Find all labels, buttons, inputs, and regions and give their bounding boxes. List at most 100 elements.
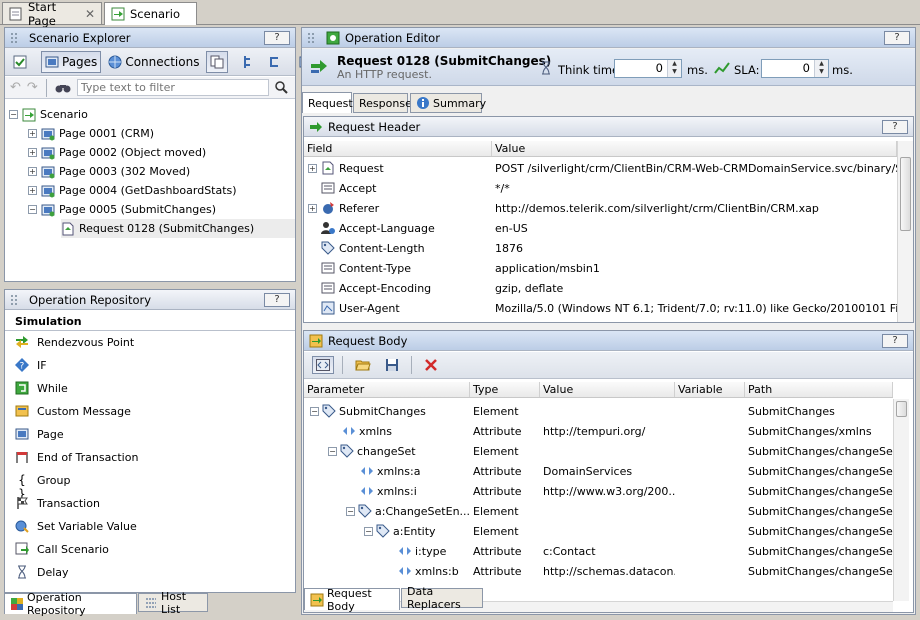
operation-editor-icon: [326, 31, 340, 45]
repo-item-call-scenario[interactable]: Call Scenario: [15, 539, 109, 559]
repo-item-while[interactable]: While: [15, 378, 68, 398]
spin-arrows-icon[interactable]: ▲ ▼: [667, 60, 681, 77]
repo-item-group[interactable]: { } Group: [15, 470, 70, 501]
vertical-scrollbar[interactable]: [893, 399, 909, 601]
expand-icon[interactable]: +: [308, 203, 317, 213]
expand-icon[interactable]: +: [308, 163, 317, 173]
column-header-parameter[interactable]: Parameter: [304, 382, 470, 397]
body-row[interactable]: xmlns:b Attribute http://schemas.datacon…: [304, 561, 893, 581]
info-icon: [416, 96, 430, 110]
tab-summary[interactable]: Summary: [410, 93, 486, 113]
close-icon[interactable]: ✕: [85, 7, 95, 21]
column-header-field[interactable]: Field: [304, 141, 492, 156]
sla-label: SLA:: [734, 63, 760, 77]
field-value: */*: [495, 181, 510, 195]
help-button[interactable]: ?: [882, 119, 908, 134]
checkbox-button[interactable]: [9, 51, 31, 73]
param-name: xmlns: [359, 424, 392, 438]
tree-item-page[interactable]: + Page 0001 (CRM): [28, 124, 154, 143]
collapse-icon[interactable]: −: [28, 205, 37, 214]
undo-icon[interactable]: ↶: [10, 80, 21, 95]
body-row[interactable]: − SubmitChanges Element SubmitChanges: [304, 401, 893, 421]
body-row[interactable]: xmlns Attribute http://tempuri.org/ Subm…: [304, 421, 893, 441]
header-row[interactable]: + Referer http://demos.telerik.com/silver…: [304, 198, 897, 218]
header-row[interactable]: Content-Length 1876: [304, 238, 897, 258]
vertical-scrollbar[interactable]: [897, 141, 913, 322]
collapse-icon[interactable]: −: [310, 406, 319, 416]
repo-item-transaction[interactable]: Transaction: [15, 493, 100, 513]
repo-item-rendezvous[interactable]: Rendezvous Point: [15, 332, 134, 352]
tab-start-page[interactable]: Start Page ✕: [2, 0, 102, 28]
tab-request[interactable]: Request: [302, 92, 353, 113]
pages-button[interactable]: Pages: [41, 50, 102, 73]
collapse-icon[interactable]: −: [346, 506, 355, 516]
tree-item-page[interactable]: − Page 0005 (SubmitChanges): [28, 200, 216, 219]
header-row[interactable]: User-Agent Mozilla/5.0 (Windows NT 6.1; …: [304, 298, 897, 318]
tab-operation-repository[interactable]: Operation Repository: [4, 591, 137, 617]
body-row[interactable]: i:type Attribute c:Contact SubmitChanges…: [304, 541, 893, 561]
header-row[interactable]: Accept */*: [304, 178, 897, 198]
view-source-button[interactable]: [312, 356, 334, 374]
tab-scenario[interactable]: Scenario: [104, 2, 197, 25]
help-button[interactable]: ?: [882, 333, 908, 348]
scrollbar-thumb[interactable]: [900, 157, 911, 231]
body-row[interactable]: − a:ChangeSetEn... Element SubmitChanges/…: [304, 501, 893, 521]
filter-input[interactable]: [76, 79, 269, 96]
expand-tree-button[interactable]: [238, 51, 260, 73]
tab-request-body[interactable]: Request Body: [304, 587, 400, 613]
repo-item-delay[interactable]: Delay: [15, 562, 69, 582]
collapse-icon[interactable]: −: [328, 446, 337, 456]
body-row[interactable]: xmlns:i Attribute http://www.w3.org/200.…: [304, 481, 893, 501]
tab-host-list[interactable]: Host List: [138, 590, 208, 616]
collapse-icon[interactable]: −: [364, 526, 373, 536]
column-header-type[interactable]: Type: [470, 382, 540, 397]
body-row[interactable]: − a:Entity Element SubmitChanges/changeSe…: [304, 521, 893, 541]
repo-item-set-variable[interactable]: Set Variable Value: [15, 516, 137, 536]
tree-item-request-selected[interactable]: Request 0128 (SubmitChanges): [61, 219, 295, 238]
help-button[interactable]: ?: [884, 30, 910, 45]
collapse-tree-button[interactable]: [263, 51, 285, 73]
tree-item-page[interactable]: + Page 0004 (GetDashboardStats): [28, 181, 237, 200]
request-icon: [310, 59, 328, 75]
column-header-variable[interactable]: Variable: [675, 382, 745, 397]
spin-arrows-icon[interactable]: ▲ ▼: [814, 60, 828, 77]
body-row[interactable]: xmlns:a Attribute DomainServices SubmitC…: [304, 461, 893, 481]
connections-button[interactable]: Connections: [104, 51, 203, 73]
tree-item-page[interactable]: + Page 0002 (Object moved): [28, 143, 206, 162]
header-row[interactable]: Accept-Encoding gzip, deflate: [304, 278, 897, 298]
search-icon[interactable]: [275, 81, 288, 94]
scrollbar-thumb[interactable]: [896, 401, 907, 417]
expand-icon[interactable]: +: [28, 167, 37, 176]
body-row[interactable]: − changeSet Element SubmitChanges/changeS…: [304, 441, 893, 461]
collapse-icon[interactable]: −: [9, 110, 18, 119]
header-row[interactable]: + Request POST /silverlight/crm/ClientBin…: [304, 158, 897, 178]
tab-response[interactable]: Response: [353, 93, 412, 113]
repo-item-custom-message[interactable]: Custom Message: [15, 401, 131, 421]
repo-item-if[interactable]: ? IF: [15, 355, 47, 375]
column-header-value[interactable]: Value: [492, 141, 897, 156]
repo-item-page[interactable]: Page: [15, 424, 64, 444]
redo-icon[interactable]: ↷: [27, 80, 38, 95]
header-row[interactable]: Accept-Language en-US: [304, 218, 897, 238]
think-time-input[interactable]: 0 ▲ ▼: [614, 59, 682, 78]
column-header-value[interactable]: Value: [540, 382, 675, 397]
sla-input[interactable]: 0 ▲ ▼: [761, 59, 829, 78]
separator: [45, 78, 47, 97]
tab-data-replacers[interactable]: Data Replacers: [401, 585, 483, 611]
expand-icon[interactable]: +: [28, 186, 37, 195]
delete-button[interactable]: [420, 354, 442, 376]
tree-root[interactable]: − Scenario: [9, 105, 88, 124]
open-folder-button[interactable]: [351, 354, 375, 376]
find-icon[interactable]: [55, 82, 71, 94]
copy-button[interactable]: [206, 50, 229, 73]
column-header-path[interactable]: Path: [745, 382, 893, 397]
help-button[interactable]: ?: [264, 292, 290, 307]
expand-icon[interactable]: +: [28, 129, 37, 138]
header-row[interactable]: Content-Type application/msbin1: [304, 258, 897, 278]
tree-label: Page 0002 (Object moved): [59, 146, 207, 159]
repo-item-end-transaction[interactable]: End of Transaction: [15, 447, 138, 467]
tree-item-page[interactable]: + Page 0003 (302 Moved): [28, 162, 190, 181]
expand-icon[interactable]: +: [28, 148, 37, 157]
help-button[interactable]: ?: [264, 30, 290, 45]
save-button[interactable]: [381, 354, 403, 376]
